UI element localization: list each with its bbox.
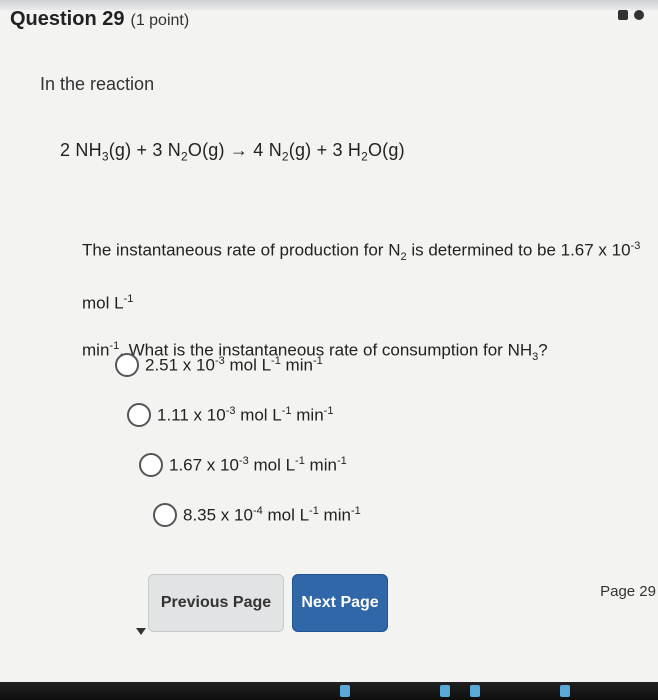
next-page-button[interactable]: Next Page [292,574,388,632]
option-label: 8.35 x 10-4 mol L-1 min-1 [183,504,361,525]
radio-button[interactable] [115,353,139,377]
profile-icon[interactable] [634,10,644,20]
answer-option-3[interactable]: 1.67 x 10-3 mol L-1 min-1 [139,440,361,490]
page-indicator: Page 29 [600,583,656,600]
question-points: (1 point) [130,12,190,29]
previous-page-button[interactable]: Previous Page [148,574,284,632]
browser-toolbar-icons [618,10,644,20]
option-label: 1.11 x 10-3 mol L-1 min-1 [157,404,334,425]
radio-button[interactable] [127,403,151,427]
answer-options: 2.51 x 10-3 mol L-1 min-1 1.11 x 10-3 mo… [115,340,361,540]
option-label: 2.51 x 10-3 mol L-1 min-1 [145,354,323,375]
taskbar-app-icon[interactable] [560,685,570,697]
extension-icon[interactable] [618,10,628,20]
chevron-down-icon[interactable] [136,628,146,635]
reaction-equation: 2 NH3(g) + 3 N2O(g) → 4 N2(g) + 3 H2O(g) [60,140,405,164]
answer-option-2[interactable]: 1.11 x 10-3 mol L-1 min-1 [127,390,361,440]
question-header: Question 29 (1 point) [10,8,189,31]
option-label: 1.67 x 10-3 mol L-1 min-1 [169,454,347,475]
taskbar-app-icon[interactable] [340,685,350,697]
radio-button[interactable] [139,453,163,477]
answer-option-4[interactable]: 8.35 x 10-4 mol L-1 min-1 [153,490,361,540]
radio-button[interactable] [153,503,177,527]
taskbar [0,682,658,700]
answer-option-1[interactable]: 2.51 x 10-3 mol L-1 min-1 [115,340,361,390]
taskbar-app-icon[interactable] [470,685,480,697]
question-intro: In the reaction [40,74,155,94]
question-title: Question 29 [10,8,125,30]
taskbar-app-icon[interactable] [440,685,450,697]
